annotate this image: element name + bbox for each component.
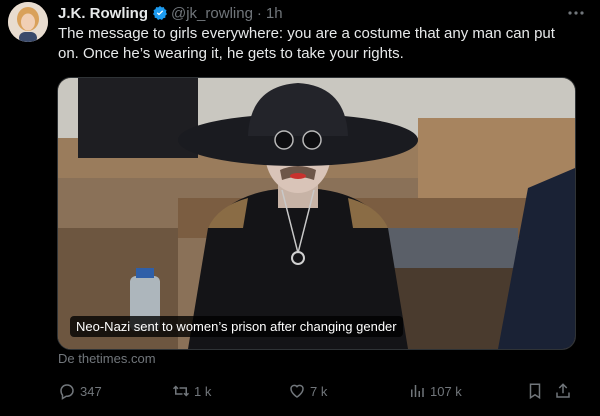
tweet-header: J.K. Rowling @jk_rowling · 1h (58, 3, 283, 23)
share-icon (556, 383, 570, 398)
tweet[interactable]: J.K. Rowling @jk_rowling · 1h The messag… (0, 0, 600, 416)
timestamp[interactable]: 1h (266, 5, 283, 22)
tweet-media[interactable]: Neo-Nazi sent to women’s prison after ch… (57, 77, 576, 350)
views-count: 107 k (430, 383, 462, 399)
author-name[interactable]: J.K. Rowling (58, 5, 148, 22)
like-icon (290, 384, 304, 398)
link-source[interactable]: De thetimes.com (58, 351, 156, 366)
tweet-text: The message to girls everywhere: you are… (58, 25, 555, 62)
like-count: 7 k (310, 383, 328, 399)
more-icon[interactable] (566, 4, 586, 22)
avatar[interactable] (8, 2, 48, 42)
verified-badge-icon (153, 6, 167, 20)
like-button[interactable]: 7 k (288, 380, 327, 402)
reply-button[interactable]: 347 (58, 380, 102, 402)
bookmark-icon (529, 383, 541, 400)
views-button[interactable]: 107 k (408, 380, 462, 402)
repost-count: 1 k (194, 383, 212, 399)
repost-button[interactable]: 1 k (172, 380, 211, 402)
media-caption: Neo-Nazi sent to women’s prison after ch… (70, 316, 403, 337)
reply-count: 347 (80, 383, 102, 399)
bookmark-button[interactable] (526, 380, 548, 402)
author-handle[interactable]: @jk_rowling (171, 5, 253, 22)
action-bar: 347 1 k 7 k 107 k (58, 380, 578, 402)
reply-icon (60, 384, 74, 400)
share-button[interactable] (554, 380, 576, 402)
views-icon (411, 385, 424, 397)
separator-dot: · (256, 4, 262, 22)
media-photo (58, 78, 575, 349)
repost-icon (172, 385, 190, 397)
